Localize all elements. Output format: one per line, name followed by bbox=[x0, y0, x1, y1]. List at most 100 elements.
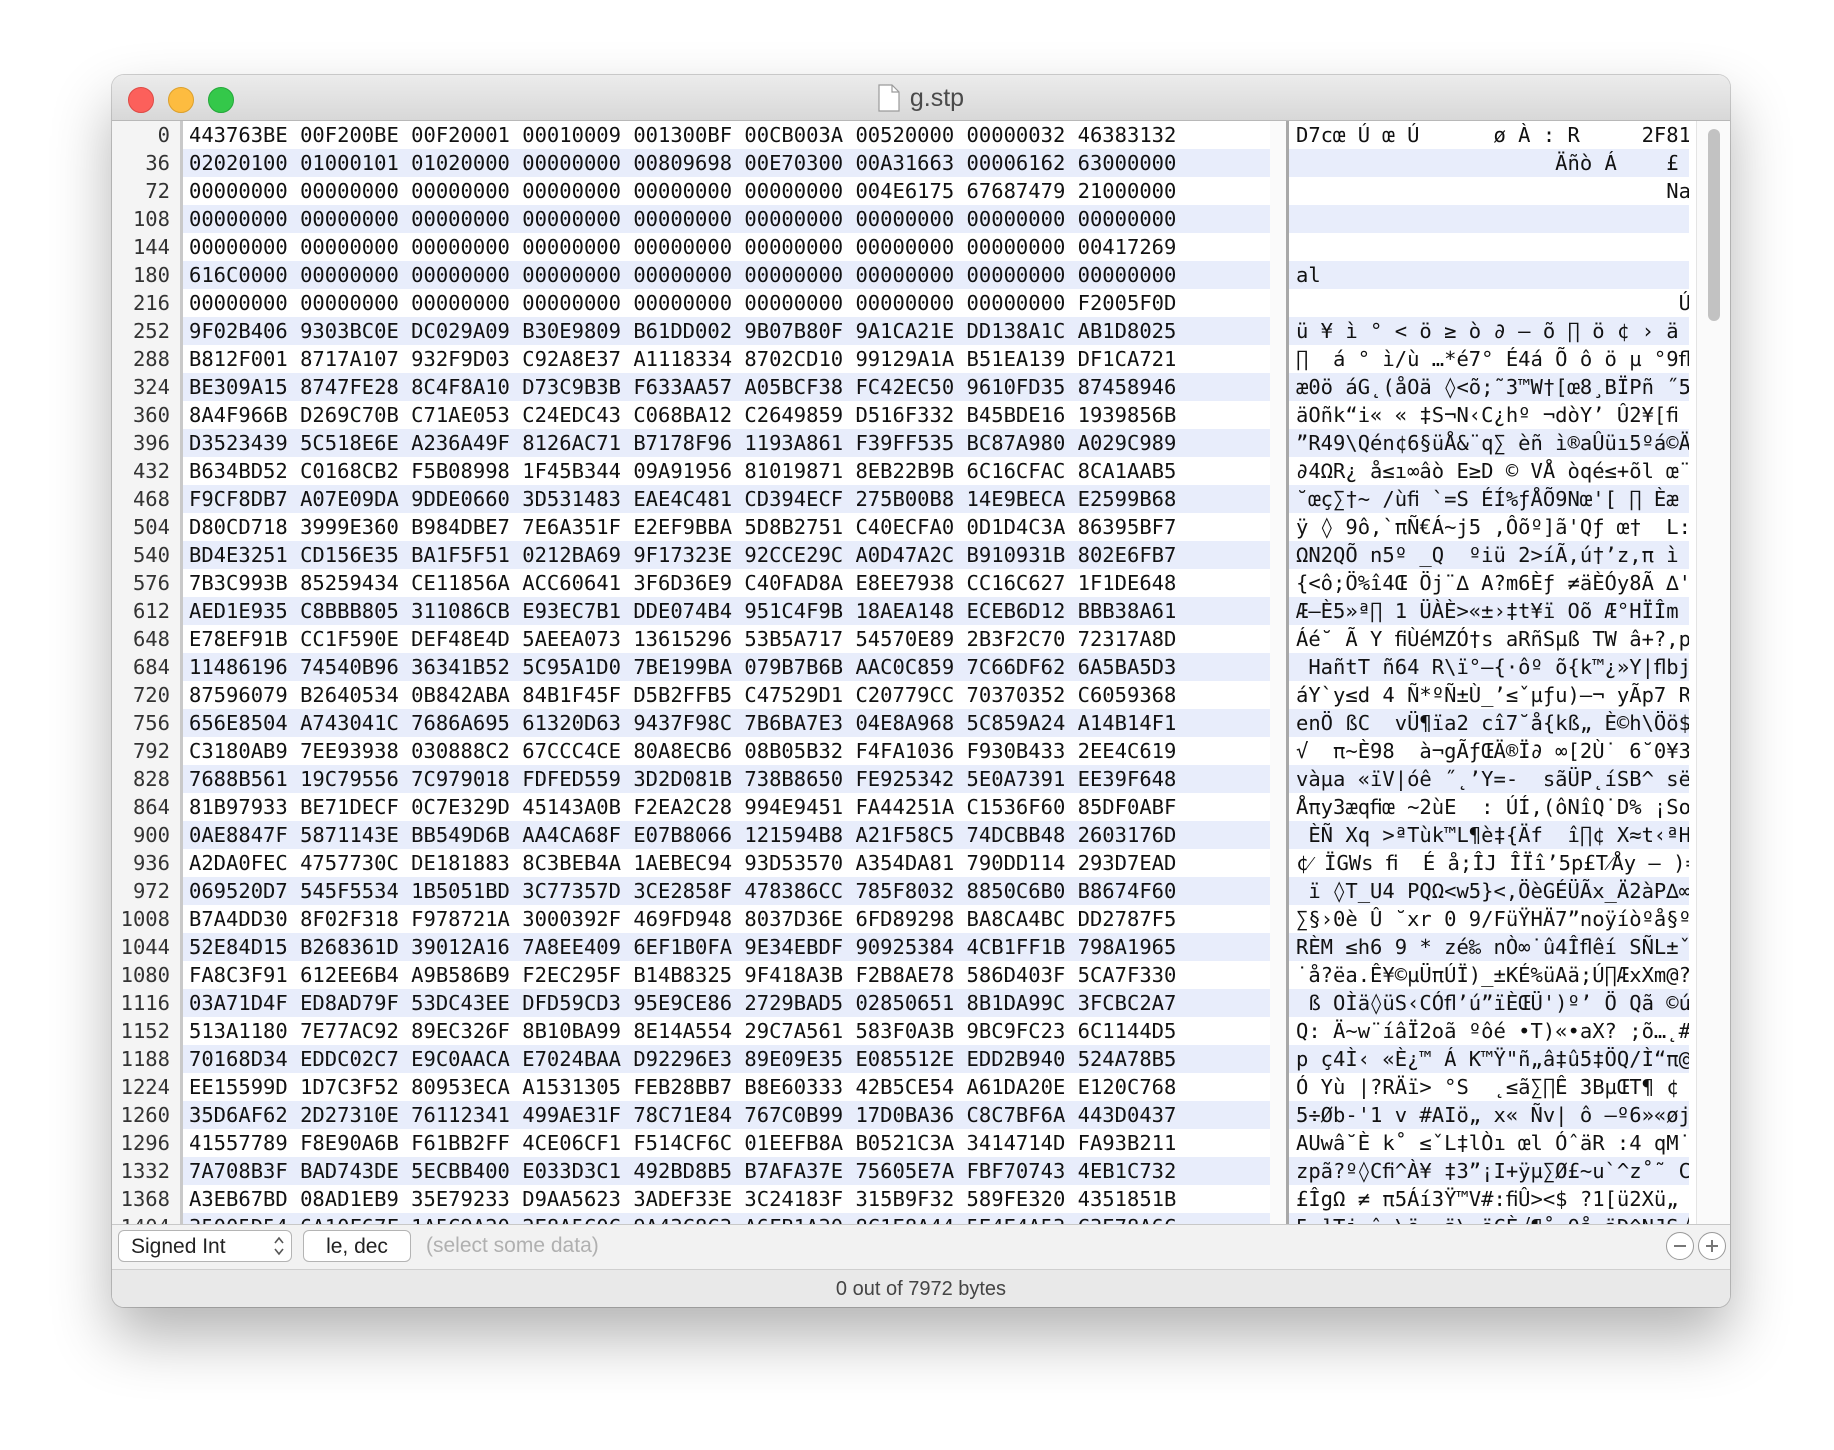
hex-content-area[interactable]: 0 36 72 108 144 180 216 252 288 324 360 396 432 468 50… bbox=[112, 121, 1730, 1224]
row-offset: 972 bbox=[132, 879, 170, 903]
hex-row[interactable]: A2DA0FEC 4757730C DE181883 8C3BEB4A 1AEB… bbox=[183, 849, 1273, 877]
plus-icon bbox=[1706, 1240, 1718, 1252]
hex-row[interactable]: 7A708B3F BAD743DE 5ECBB400 E033D3C1 492B… bbox=[183, 1157, 1273, 1185]
ascii-row[interactable]: HañtT ñ64 R\ï°–{·ôº õ{k™¿»Y|ﬂbj[•” bbox=[1289, 653, 1689, 681]
byte-count-status: 0 out of 7972 bytes bbox=[835, 1278, 1007, 1300]
ascii-row[interactable]: p ç4Ì‹ «È¿™ Á K™Ÿ"ñ„â‡û5‡ÖQ/Ì“π@RJxµ bbox=[1289, 1045, 1689, 1073]
hex-row[interactable]: B812F001 8717A107 932F9D03 C92A8E37 A111… bbox=[183, 345, 1273, 373]
ascii-row[interactable]: 5÷Øb-'1 v #AIö„ x« Ñv| ô –º6»«øjD= 7 bbox=[1289, 1101, 1689, 1129]
add-inspector-button[interactable] bbox=[1698, 1232, 1726, 1260]
hex-row[interactable]: 11486196 74540B96 36341B52 5C95A1D0 7BE1… bbox=[183, 653, 1273, 681]
hex-row[interactable]: 81B97933 BE71DECF 0C7E329D 45143A0B F2EA… bbox=[183, 793, 1273, 821]
hex-row[interactable]: 35D6AF62 2D27310E 76112341 499AE31F 78C7… bbox=[183, 1101, 1273, 1129]
ascii-row[interactable]: zpã?º◊Cﬁ^À¥ ‡3”¡I+ÿµ∑Ø£~u`^z˚˜ CN±«2 bbox=[1289, 1157, 1689, 1185]
hex-row[interactable]: 443763BE 00F200BE 00F20001 00010009 0013… bbox=[183, 121, 1273, 149]
vertical-scrollbar[interactable] bbox=[1696, 121, 1730, 1224]
row-offset: 180 bbox=[132, 263, 170, 287]
window-title: g.stp bbox=[909, 83, 965, 112]
hex-row[interactable]: C3180AB9 7EE93938 030888C2 67CCC4CE 80A8… bbox=[183, 737, 1273, 765]
hex-row[interactable]: 35005D54 6A10F67F 1A5C9A20 2E8A5C0C 9A43… bbox=[183, 1213, 1273, 1224]
ascii-row[interactable]: Q: Ä~w¨íâÏ2oã ºôé •T)«•aX? ;õ…˛#l D’ bbox=[1289, 1017, 1689, 1045]
ascii-row[interactable]: ˘œç∑†~ /ùﬁ `=S ÉÍ%ƒÅÕ9Nœ'[ ∏ Èæ ‚Yõh bbox=[1289, 485, 1689, 513]
ascii-column[interactable]: D7cœ Ú œ Ú ø À : R 2F812 Äñò Á £ c abc N… bbox=[1286, 121, 1689, 1224]
ascii-row[interactable]: æ0ö áG˛(åOä ◊<õ;˜3™W†[œ8¸BÏPñ ˝5áEâF bbox=[1289, 373, 1689, 401]
hex-row[interactable]: 8A4F966B D269C70B C71AE053 C24EDC43 C068… bbox=[183, 401, 1273, 429]
hex-row[interactable]: 41557789 F8E90A6B F61BB2FF 4CE06CF1 F514… bbox=[183, 1129, 1273, 1157]
ascii-row[interactable]: Naughty! bbox=[1289, 177, 1689, 205]
scrollbar-thumb[interactable] bbox=[1708, 129, 1720, 321]
ascii-row[interactable]: AUwâ˘È k˚ ≤ˇL‡lÒı œl ÓˆäR :4 qM˙ì≤ bbox=[1289, 1129, 1689, 1157]
hex-row[interactable]: 069520D7 545F5534 1B5051BD 3C77357D 3CE2… bbox=[183, 877, 1273, 905]
row-offset: 540 bbox=[132, 543, 170, 567]
ascii-row[interactable]: ΩN2QÕ n5º _Q ºiü 2>íÃ‚ú†’z,π ì Ä.o∑ bbox=[1289, 541, 1689, 569]
hex-row[interactable]: FA8C3F91 612EE6B4 A9B586B9 F2EC295F B14B… bbox=[183, 961, 1273, 989]
remove-inspector-button[interactable] bbox=[1666, 1232, 1694, 1260]
row-offset: 432 bbox=[132, 459, 170, 483]
ascii-row[interactable]: Åπy3æqﬁœ ~2ùE : ÚÍ,(ôNîQ˙D% ¡So`Öﬂ ø bbox=[1289, 793, 1689, 821]
ascii-row[interactable]: ÿ ◊ 9ô‚`πÑ€Á~j5 ‚Ôõº]ã'Qƒ œ† L:Ü9[˜ bbox=[1289, 513, 1689, 541]
ascii-row[interactable]: Ú _ bbox=[1289, 289, 1689, 317]
hex-row[interactable]: 656E8504 A743041C 7686A695 61320D63 9437… bbox=[183, 709, 1273, 737]
ascii-row[interactable]: ü ¥ ì ° < ö ≥ ò ∂ – õ ∏ ö ¢ › ä ´ Ä% bbox=[1289, 317, 1689, 345]
hex-row[interactable]: BE309A15 8747FE28 8C4F8A10 D73C9B3B F633… bbox=[183, 373, 1273, 401]
ascii-row[interactable]: áY`y≤d 4 Ñ*ºÑ±Ù_’≤ˇµƒu)—¬ yÃp7 R∆ ìh bbox=[1289, 681, 1689, 709]
ascii-row[interactable]: ß OÌä◊üS‹CÓﬂ’ú”ïÈŒÜ')º’ Ö Qã ©ú?À¬ß bbox=[1289, 989, 1689, 1017]
ascii-row[interactable]: RÈM ≤h6 9 * zé‰ nÒ∞˙û4Îﬂêí SÑL±ˇ yä e bbox=[1289, 933, 1689, 961]
hex-row[interactable]: 52E84D15 B268361D 39012A16 7A8EE409 6EF1… bbox=[183, 933, 1273, 961]
hex-row[interactable]: B7A4DD30 8F02F318 F978721A 3000392F 469F… bbox=[183, 905, 1273, 933]
ascii-row[interactable]: D7cœ Ú œ Ú ø À : R 2F812 bbox=[1289, 121, 1689, 149]
hex-row[interactable]: 513A1180 7E77AC92 89EC326F 8B10BA99 8E14… bbox=[183, 1017, 1273, 1045]
hex-row[interactable]: 0AE8847F 5871143E BB549D6B AA4CA68F E07B… bbox=[183, 821, 1273, 849]
data-type-select[interactable]: Signed Int bbox=[118, 1230, 292, 1262]
ascii-row[interactable]: Áé˘ Ã Y ﬁÙéMZÓ†s aRñSµß TW â+?,pr1zç bbox=[1289, 625, 1689, 653]
ascii-row[interactable]: äOñk“i« « ‡S¬N‹C¿hº ¬dòY’ Û2¥[ﬁ 9Ök bbox=[1289, 401, 1689, 429]
ascii-row[interactable]: Æ—È5»ª∏ 1 ÜÀÈ>«±›‡t¥ï Oõ Æ°HÏÎm ª≥äa bbox=[1289, 597, 1689, 625]
ascii-row[interactable]: enÖ ßC vÜ¶ïa2 cî7˘å{kß„ È©h\Öö$°K Ò bbox=[1289, 709, 1689, 737]
hex-row[interactable]: 03A71D4F ED8AD79F 53DC43EE DFD59CD3 95E9… bbox=[183, 989, 1273, 1017]
ascii-row[interactable]: Ari bbox=[1289, 233, 1689, 261]
row-offset: 576 bbox=[132, 571, 170, 595]
title-bar[interactable]: g.stp bbox=[112, 75, 1730, 121]
ascii-row[interactable]: al bbox=[1289, 261, 1689, 289]
hex-row[interactable]: E78EF91B CC1F590E DEF48E4D 5AEEA073 1361… bbox=[183, 625, 1273, 653]
hex-row[interactable]: 616C0000 00000000 00000000 00000000 0000… bbox=[183, 261, 1273, 289]
hex-row[interactable]: EE15599D 1D7C3F52 80953ECA A1531305 FEB2… bbox=[183, 1073, 1273, 1101]
ascii-row[interactable]: ˙å?ëa.Ê¥©µÜπÚÏ)_±KÉ%üAä;Ú∏ÆxXm@?\ßÛ0 bbox=[1289, 961, 1689, 989]
hex-row[interactable]: 00000000 00000000 00000000 00000000 0000… bbox=[183, 289, 1273, 317]
ascii-row[interactable]: 5 ]Tj ˆ \ö .ä\ öCÈ√¶˚ 0å äD^NJS√Áäl bbox=[1289, 1213, 1689, 1224]
ascii-row[interactable]: ï ◊T_U4 PQΩ<w5}<‚ÖèGÉÜÃx_Ä2àP∆∞∏gO` bbox=[1289, 877, 1689, 905]
ascii-row[interactable] bbox=[1289, 205, 1689, 233]
ascii-row[interactable]: √ π~È98 à¬gÃƒŒÄ®Ï∂ ∞[2Ù˙ 6˘0¥3.‰∆ bbox=[1289, 737, 1689, 765]
hex-row[interactable]: 9F02B406 9303BC0E DC029A09 B30E9809 B61D… bbox=[183, 317, 1273, 345]
ascii-row[interactable]: ¢⁄ ÏGWs ﬁ É å;ÎJ ÎÏî’5p£T⁄Åy – )=~≠ bbox=[1289, 849, 1689, 877]
hex-row[interactable]: 70168D34 EDDC02C7 E9C0AACA E7024BAA D922… bbox=[183, 1045, 1273, 1073]
ascii-row[interactable]: Ó Yù |?RÄï> °S ˛≤ã∑∏Ê 3BµŒT¶ ¢ · «h bbox=[1289, 1073, 1689, 1101]
row-offset: 1404 bbox=[112, 1213, 180, 1224]
hex-row[interactable]: F9CF8DB7 A07E09DA 9DDE0660 3D531483 EAE4… bbox=[183, 485, 1273, 513]
ascii-row[interactable]: ∑§›0è Û ˘xr 0 9/FüŸHÄ7”noÿíòºå§º›'áı bbox=[1289, 905, 1689, 933]
hex-row[interactable]: 00000000 00000000 00000000 00000000 0000… bbox=[183, 205, 1273, 233]
hex-row[interactable]: D80CD718 3999E360 B984DBE7 7E6A351F E2EF… bbox=[183, 513, 1273, 541]
hex-row[interactable]: 7688B561 19C79556 7C979018 FDFED559 3D2D… bbox=[183, 765, 1273, 793]
hex-row[interactable]: 87596079 B2640534 0B842ABA 84B1F45F D5B2… bbox=[183, 681, 1273, 709]
hex-row[interactable]: B634BD52 C0168CB2 F5B08998 1F45B344 09A9… bbox=[183, 457, 1273, 485]
endianness-button[interactable]: le, dec bbox=[303, 1230, 411, 1262]
hex-row[interactable]: 02020100 01000101 01020000 00000000 0080… bbox=[183, 149, 1273, 177]
hex-row[interactable]: 00000000 00000000 00000000 00000000 0000… bbox=[183, 233, 1273, 261]
hex-row[interactable]: 00000000 00000000 00000000 00000000 0000… bbox=[183, 177, 1273, 205]
hex-row[interactable]: 7B3C993B 85259434 CE11856A ACC60641 3F6D… bbox=[183, 569, 1273, 597]
hex-row[interactable]: A3EB67BD 08AD1EB9 35E79233 D9AA5623 3ADE… bbox=[183, 1185, 1273, 1213]
hex-row[interactable]: AED1E935 C8BBB805 311086CB E93EC7B1 DDE0… bbox=[183, 597, 1273, 625]
ascii-row[interactable]: £ÎgΩ ≠ π5Áí3Ÿ™V#:ﬁÛ><$ ?1[ü2Xü„ CQÖ bbox=[1289, 1185, 1689, 1213]
ascii-row[interactable]: {<ô;Ö%î4Œ Öj¨∆ A?m6Èƒ ≠äÈÓy8Ã ∆' ÊH bbox=[1289, 569, 1689, 597]
hex-row[interactable]: D3523439 5C518E6E A236A49F 8126AC71 B717… bbox=[183, 429, 1273, 457]
ascii-row[interactable]: ∏ á ° ì/ù …*é7° É4á Õ ô ö µ °9ﬂ ß! bbox=[1289, 345, 1689, 373]
hex-row[interactable]: BD4E3251 CD156E35 BA1F5F51 0212BA69 9F17… bbox=[183, 541, 1273, 569]
ascii-row[interactable]: vàµa «ïV|óê ˝˛’Y=- sãÜP˛íSB^ sëÓ9ˆH bbox=[1289, 765, 1689, 793]
ascii-row[interactable]: ∂4ΩR¿ å≤ı∞âò E≥D © VÅ òqé≤+õl œ¨å°™µ bbox=[1289, 457, 1689, 485]
hex-column[interactable]: 443763BE 00F200BE 00F20001 00010009 0013… bbox=[180, 121, 1273, 1224]
ascii-row[interactable]: ”R49\Qén¢6§üÅ&¨q∑ èñ ì®aÛüı5ºá©Ä†)…â bbox=[1289, 429, 1689, 457]
minus-icon bbox=[1674, 1245, 1686, 1247]
ascii-row[interactable]: Äñò Á £ c abc bbox=[1289, 149, 1689, 177]
ascii-row[interactable]: ÈÑ Xq >ªTùk™L¶è‡{Äf î∏¢ X≈t‹ªH& m bbox=[1289, 821, 1689, 849]
